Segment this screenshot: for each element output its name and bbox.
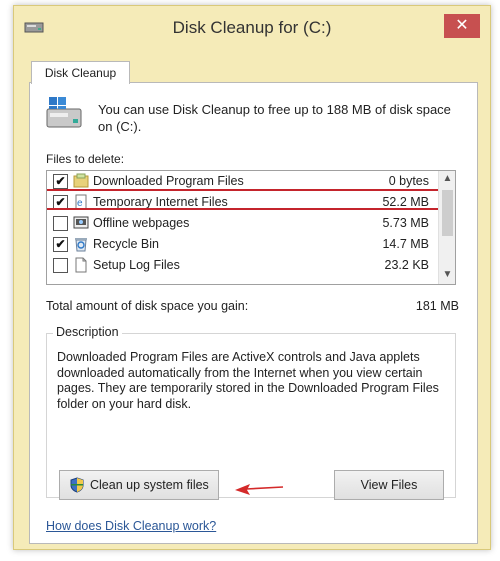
close-button[interactable]: ✕ xyxy=(444,14,480,38)
checkbox-setup-log-files[interactable] xyxy=(53,258,68,273)
files-to-delete-label: Files to delete: xyxy=(46,152,125,166)
help-link[interactable]: How does Disk Cleanup work? xyxy=(46,519,216,533)
intro-text: You can use Disk Cleanup to free up to 1… xyxy=(98,102,451,134)
description-group: Description Downloaded Program Files are… xyxy=(46,325,456,500)
list-item[interactable]: ✔ Recycle Bin 14.7 MB xyxy=(47,234,437,255)
checkbox-recycle-bin[interactable]: ✔ xyxy=(53,237,68,252)
folder-icon xyxy=(73,173,89,188)
disk-cleanup-panel: You can use Disk Cleanup to free up to 1… xyxy=(29,82,478,544)
uac-shield-icon xyxy=(70,477,84,493)
list-scrollbar[interactable]: ▲ ▼ xyxy=(438,171,455,284)
close-icon: ✕ xyxy=(455,17,469,34)
window-title: Disk Cleanup for (C:) xyxy=(172,18,332,37)
list-item[interactable]: Setup Log Files 23.2 KB xyxy=(47,255,437,276)
scrollbar-thumb[interactable] xyxy=(442,190,453,236)
file-name: Recycle Bin xyxy=(93,237,159,251)
title-bar[interactable]: Disk Cleanup for (C:) ✕ xyxy=(14,6,490,50)
red-arrow-icon xyxy=(235,484,284,495)
file-size: 14.7 MB xyxy=(382,237,429,251)
file-size: 23.2 KB xyxy=(384,258,429,272)
description-title: Description xyxy=(53,325,122,339)
file-name: Offline webpages xyxy=(93,216,190,230)
list-item[interactable]: Offline webpages 5.73 MB xyxy=(47,213,437,234)
document-icon xyxy=(75,257,87,273)
file-name: Setup Log Files xyxy=(93,258,180,272)
disk-cleanup-window: Disk Cleanup for (C:) ✕ Disk Cleanup You… xyxy=(13,5,491,550)
recycle-bin-icon xyxy=(75,238,87,252)
checkbox-downloaded-program-files[interactable]: ✔ xyxy=(53,174,68,189)
disk-cleanup-icon xyxy=(46,97,82,128)
file-size: 5.73 MB xyxy=(382,216,429,230)
clean-up-system-files-button[interactable]: Clean up system files xyxy=(59,470,219,500)
highlight-box xyxy=(47,189,442,210)
total-gain-value: 181 MB xyxy=(415,299,459,313)
description-text: Downloaded Program Files are ActiveX con… xyxy=(57,350,439,411)
total-gain-label: Total amount of disk space you gain: xyxy=(46,299,249,313)
tab-disk-cleanup[interactable]: Disk Cleanup xyxy=(31,61,130,84)
file-size: 0 bytes xyxy=(388,174,429,188)
scroll-down-icon[interactable]: ▼ xyxy=(439,267,455,283)
file-name: Downloaded Program Files xyxy=(93,174,244,188)
scroll-up-icon[interactable]: ▲ xyxy=(439,171,455,187)
clean-up-button-label: Clean up system files xyxy=(90,478,209,492)
checkbox-offline-webpages[interactable] xyxy=(53,216,68,231)
view-files-button[interactable]: View Files xyxy=(334,470,444,500)
offline-webpages-icon xyxy=(73,216,89,229)
files-to-delete-list[interactable]: ✔ Downloaded Program Files 0 bytes ✔ e T… xyxy=(46,170,456,285)
